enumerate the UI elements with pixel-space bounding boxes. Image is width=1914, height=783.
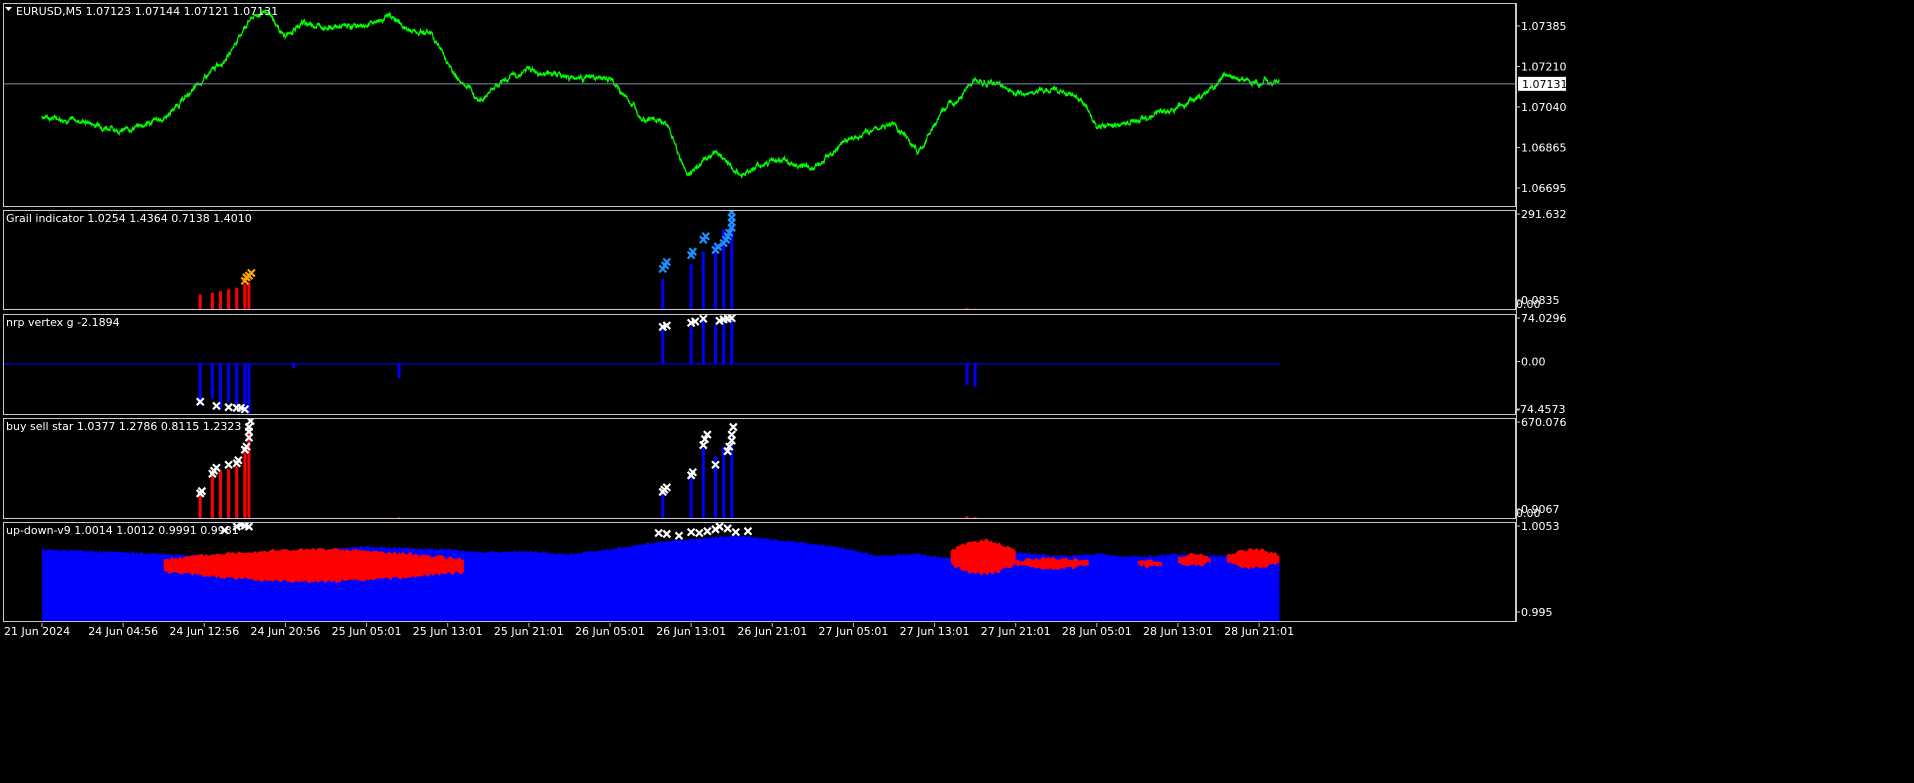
indicator-bar xyxy=(198,294,202,310)
indicator-bar xyxy=(713,244,717,310)
indicator-bar xyxy=(227,289,231,310)
y-tick-label: -74.4573 xyxy=(1516,403,1565,416)
indicator-bar xyxy=(219,291,223,310)
indicator-bar xyxy=(243,284,247,310)
indicator-bar xyxy=(722,323,726,365)
y-tick-label: 291.632 xyxy=(1521,208,1567,221)
indicator-bar xyxy=(689,326,693,365)
indicator-bar xyxy=(965,364,969,385)
pane-title: up-down-v9 1.0014 1.0012 0.9991 0.9981 xyxy=(6,524,239,537)
y-tick-label: 1.07385 xyxy=(1521,20,1567,33)
indicator-bar xyxy=(661,326,665,365)
y-tick-label: 74.0296 xyxy=(1521,312,1567,325)
indicator-bar xyxy=(722,446,726,519)
indicator-bar xyxy=(661,279,665,310)
indicator-bar xyxy=(227,469,231,519)
pane-title: nrp vertex g -2.1894 xyxy=(6,316,120,329)
y-tick-label: 0.00 xyxy=(1516,507,1541,520)
indicator-bar xyxy=(661,490,665,519)
y-tick-label: 1.0053 xyxy=(1521,520,1560,533)
indicator-bar xyxy=(247,282,251,310)
indicator-bar xyxy=(730,320,734,365)
y-tick-label: 1.07210 xyxy=(1521,61,1567,74)
indicator-bar xyxy=(689,263,693,310)
indicator-bar xyxy=(235,287,239,310)
indicator-bar xyxy=(210,475,214,519)
indicator-bar xyxy=(701,251,705,310)
y-tick-label: 0.995 xyxy=(1521,606,1553,619)
y-tick-label: 1.06695 xyxy=(1521,182,1567,195)
time-axis-label: 21 Jun 2024 xyxy=(4,625,70,638)
indicator-bar xyxy=(713,324,717,365)
indicator-bar xyxy=(243,452,247,519)
y-tick-label: 1.06865 xyxy=(1521,142,1567,155)
indicator-bar xyxy=(701,320,705,365)
indicator-bar xyxy=(973,364,977,387)
trading-chart[interactable]: 1.07131 1.07385 1.07210 1.07040 1.06865 1.066… xyxy=(0,0,1914,783)
indicator-bar xyxy=(689,472,693,519)
pane-title: EURUSD,M5 1.07123 1.07144 1.07121 1.0713… xyxy=(16,5,278,18)
indicator-bar xyxy=(292,364,296,369)
y-tick-label: 1.07040 xyxy=(1521,101,1567,114)
indicator-bar xyxy=(235,466,239,519)
indicator-bar xyxy=(198,364,202,406)
indicator-bar xyxy=(701,448,705,519)
y-tick-label: 670.076 xyxy=(1521,416,1567,429)
indicator-bar xyxy=(397,364,401,378)
indicator-bar xyxy=(235,364,239,407)
pane-title: Grail indicator 1.0254 1.4364 0.7138 1.4… xyxy=(6,212,252,225)
indicator-bar xyxy=(210,292,214,310)
indicator-bar xyxy=(219,470,223,519)
y-tick-label: 0.00 xyxy=(1516,298,1541,311)
pane-title: buy sell star 1.0377 1.2786 0.8115 1.232… xyxy=(6,420,241,433)
y-tick-label: 0.00 xyxy=(1521,356,1546,369)
indicator-bar xyxy=(227,364,231,402)
current-price-label: 1.07131 xyxy=(1522,78,1568,91)
indicator-bar xyxy=(210,364,214,399)
